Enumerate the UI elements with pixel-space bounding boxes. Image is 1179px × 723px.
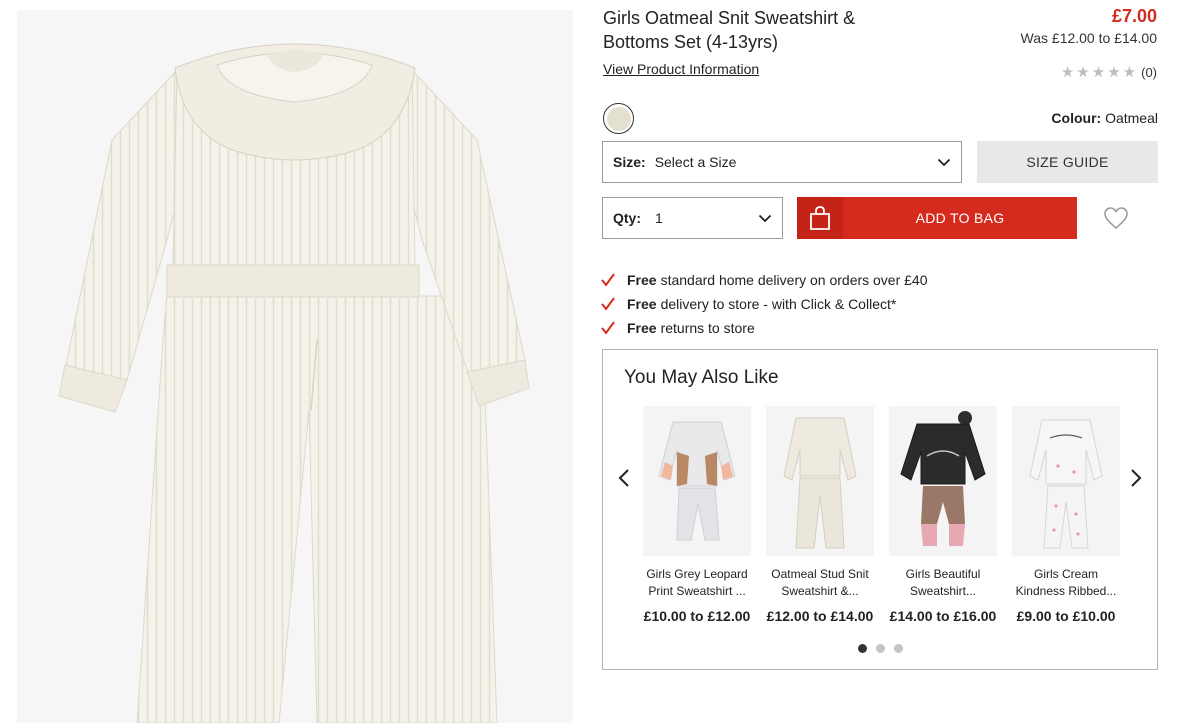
star-icon: ★ [1076, 64, 1090, 81]
add-to-bag-button[interactable]: ADD TO BAG [797, 197, 1077, 239]
shopping-bag-icon [797, 197, 843, 239]
carousel-next-button[interactable] [1127, 467, 1145, 489]
rating-count: (0) [1141, 65, 1157, 80]
recommendation-card[interactable]: Girls Beautiful Sweatshirt... £14.00 to … [889, 406, 997, 624]
size-label: Size: [613, 154, 646, 170]
colour-info: Colour: Oatmeal [1051, 110, 1158, 126]
view-product-information-link[interactable]: View Product Information [603, 61, 759, 77]
star-icon: ★ [1107, 64, 1121, 81]
recommendation-image [1012, 406, 1120, 556]
chevron-right-icon [1131, 469, 1142, 487]
recommendation-name: Oatmeal Stud Snit Sweatshirt &... [766, 566, 874, 600]
qty-value: 1 [655, 210, 663, 226]
benefit-item: Free delivery to store - with Click & Co… [601, 292, 928, 316]
product-title-line1: Girls Oatmeal Snit Sweatshirt & [603, 8, 856, 28]
size-value: Select a Size [654, 154, 737, 170]
recommendations-title: You May Also Like [624, 367, 779, 388]
colour-value: Oatmeal [1105, 110, 1158, 126]
size-select[interactable]: Size: Select a Size [602, 141, 962, 183]
recommendation-name-line1: Girls Grey Leopard [646, 567, 748, 581]
chevron-down-icon [758, 214, 772, 223]
benefit-bold: Free [627, 272, 657, 288]
chevron-left-icon [618, 469, 629, 487]
benefit-text: returns to store [660, 320, 755, 336]
recommendation-name: Girls Beautiful Sweatshirt... [889, 566, 997, 600]
recommendation-name-line2: Kindness Ribbed... [1015, 584, 1117, 598]
chevron-down-icon [937, 158, 951, 167]
recommendation-image [889, 406, 997, 556]
colour-label: Colour: [1051, 110, 1102, 126]
product-rating[interactable]: ★ ★ ★ ★ ★ (0) [1061, 65, 1157, 80]
recommendation-price: £12.00 to £14.00 [766, 608, 874, 624]
colour-swatch-fill [606, 106, 631, 131]
recommendations-carousel: You May Also Like Girls Grey Leopard Pri… [602, 349, 1158, 670]
product-title-line2: Bottoms Set (4-13yrs) [603, 32, 779, 52]
carousel-pagination [603, 644, 1157, 653]
recommendation-price: £14.00 to £16.00 [889, 608, 997, 624]
recommendation-price: £9.00 to £10.00 [1016, 608, 1116, 624]
delivery-benefits: Free standard home delivery on orders ov… [601, 268, 928, 340]
benefit-item: Free standard home delivery on orders ov… [601, 268, 928, 292]
recommendation-name-line2: Sweatshirt... [909, 584, 977, 598]
star-icon: ★ [1060, 64, 1075, 81]
add-to-bag-label: ADD TO BAG [915, 210, 1005, 226]
checkmark-icon [601, 321, 627, 335]
carousel-dot[interactable] [857, 644, 867, 653]
product-was-price: Was £12.00 to £14.00 [1020, 30, 1157, 46]
qty-label: Qty: [613, 210, 641, 226]
benefit-bold: Free [627, 296, 657, 312]
recommendation-name-line2: Sweatshirt &... [781, 584, 859, 598]
recommendation-card[interactable]: Girls Grey Leopard Print Sweatshirt ... … [643, 406, 751, 624]
star-icon: ★ [1091, 64, 1106, 81]
recommendation-price: £10.00 to £12.00 [643, 608, 751, 624]
recommendation-image [766, 406, 874, 556]
recommendation-name: Girls Grey Leopard Print Sweatshirt ... [643, 566, 751, 600]
carousel-prev-button[interactable] [615, 467, 633, 489]
benefit-item: Free returns to store [601, 316, 928, 340]
carousel-dot[interactable] [893, 644, 903, 653]
recommendation-name-line1: Girls Beautiful [905, 567, 981, 581]
product-title: Girls Oatmeal Snit Sweatshirt & Bottoms … [603, 6, 923, 54]
quantity-select[interactable]: Qty: 1 [602, 197, 783, 239]
checkmark-icon [601, 273, 627, 287]
colour-swatch-oatmeal[interactable] [603, 103, 634, 134]
star-icon: ★ [1122, 64, 1137, 81]
carousel-dot[interactable] [875, 644, 885, 653]
recommendation-name-line1: Oatmeal Stud Snit [771, 567, 869, 581]
recommendation-card[interactable]: Oatmeal Stud Snit Sweatshirt &... £12.00… [766, 406, 874, 624]
benefit-text: standard home delivery on orders over £4… [660, 272, 928, 288]
recommendation-image [643, 406, 751, 556]
recommendation-name: Girls Cream Kindness Ribbed... [1012, 566, 1120, 600]
benefit-text: delivery to store - with Click & Collect… [660, 296, 897, 312]
product-price: £7.00 [1111, 6, 1157, 26]
checkmark-icon [601, 297, 627, 311]
product-main-image[interactable] [17, 10, 573, 723]
benefit-bold: Free [627, 320, 657, 336]
recommendation-name-line2: Print Sweatshirt ... [648, 584, 746, 598]
size-guide-button[interactable]: SIZE GUIDE [977, 141, 1158, 183]
recommendation-card[interactable]: Girls Cream Kindness Ribbed... £9.00 to … [1012, 406, 1120, 624]
recommendation-name-line1: Girls Cream [1033, 567, 1098, 581]
heart-icon[interactable] [1103, 206, 1129, 230]
